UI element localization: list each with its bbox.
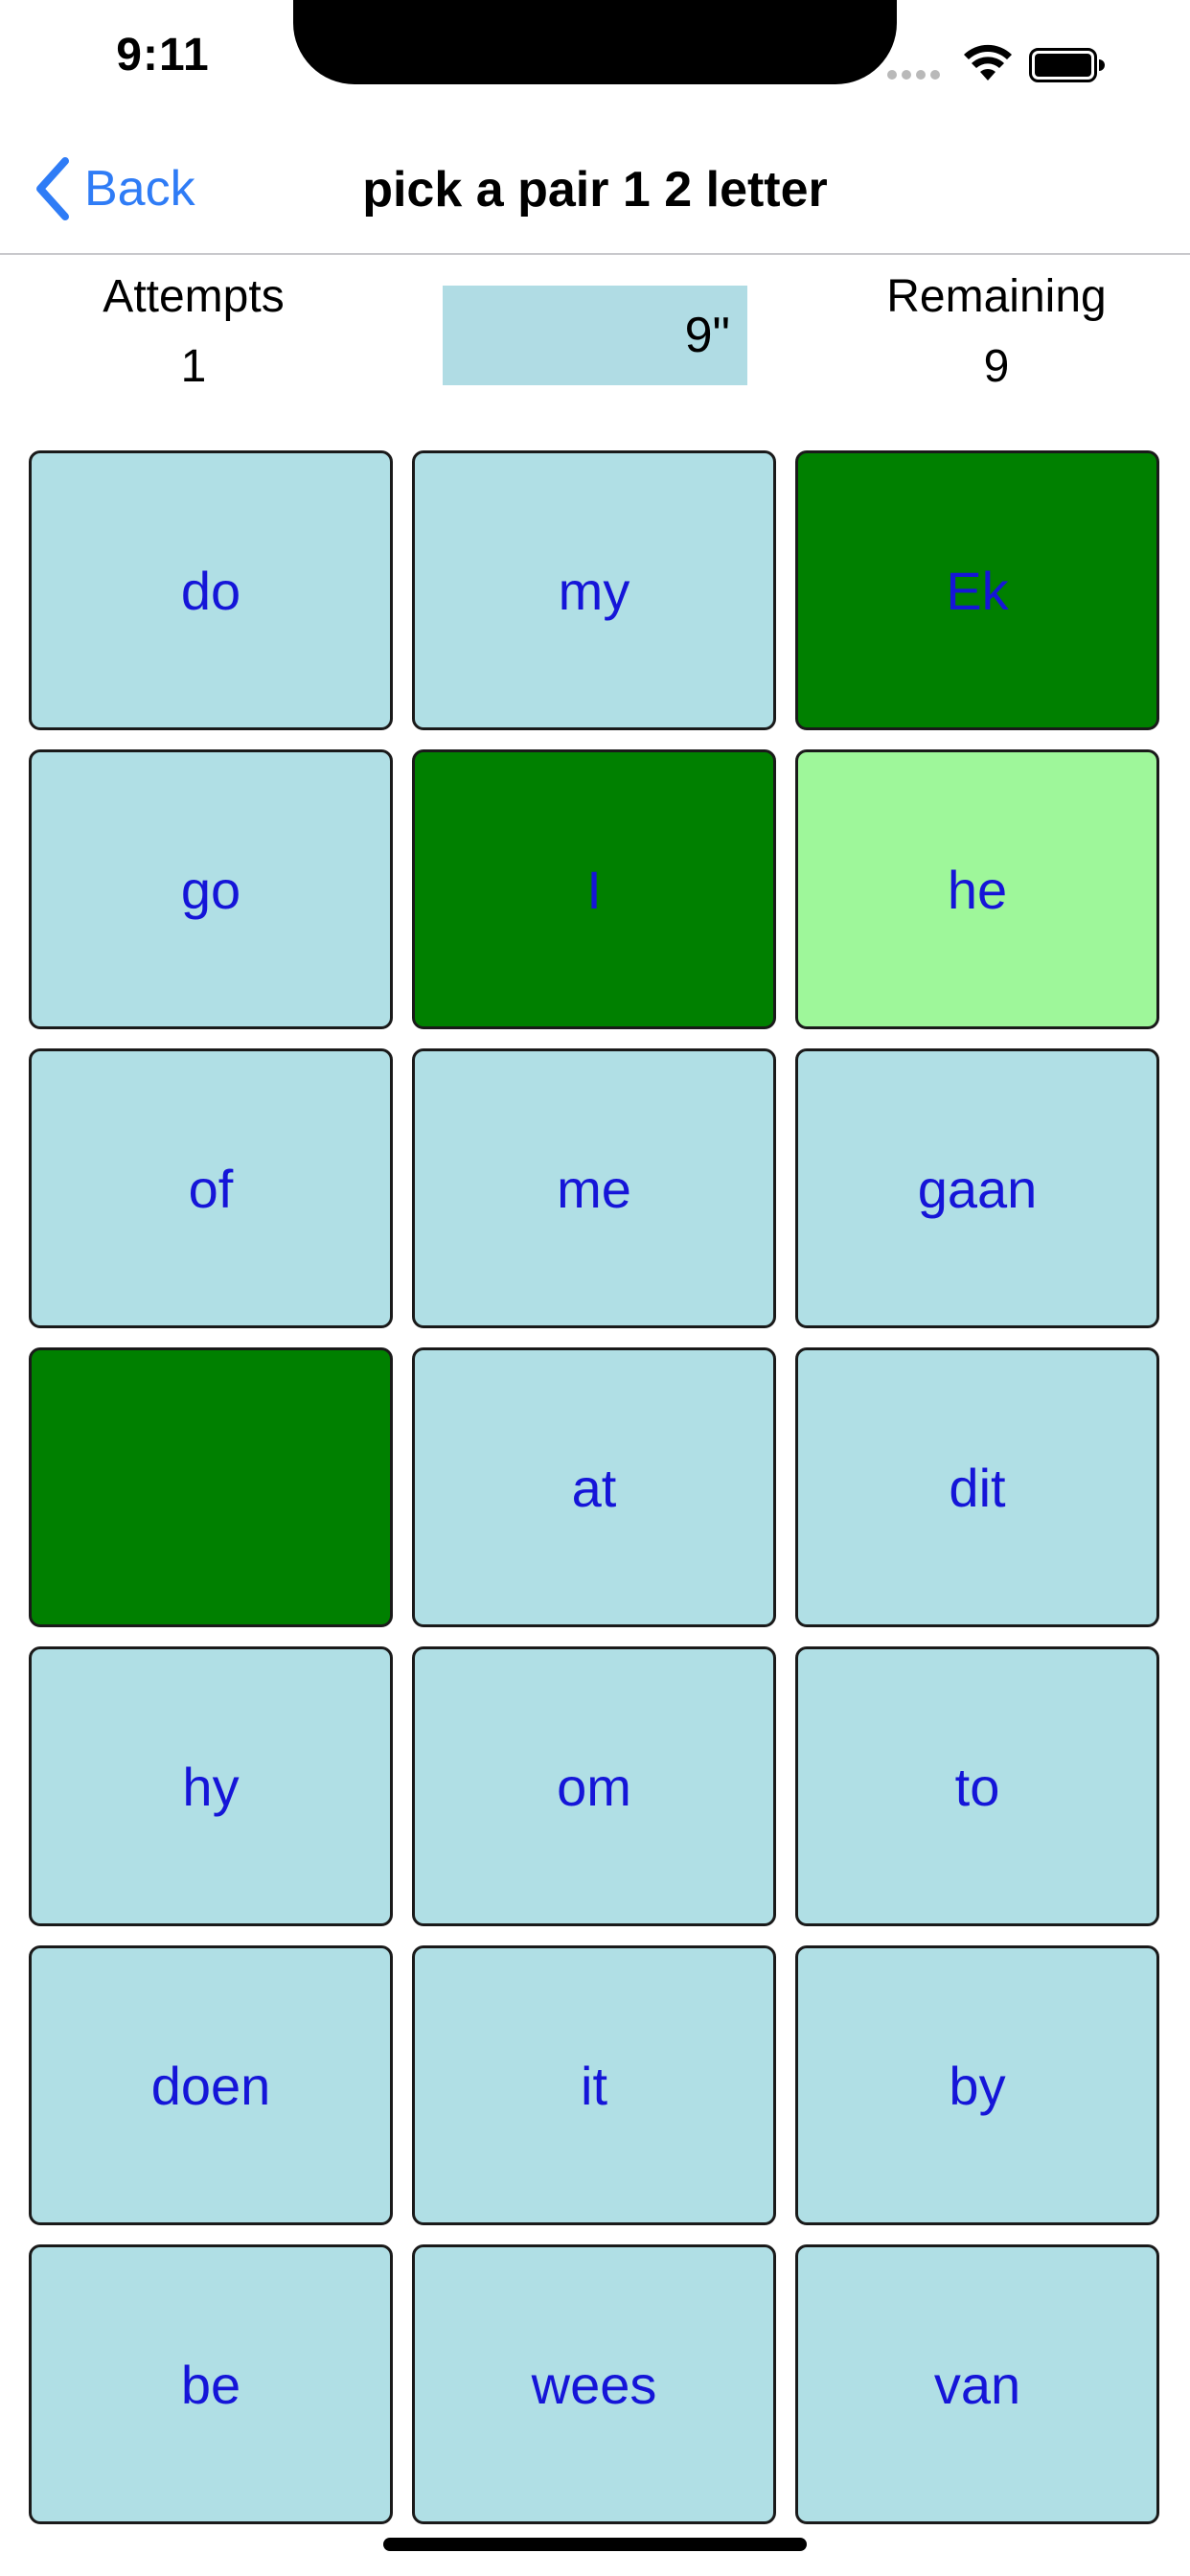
word-tile[interactable]: me	[412, 1048, 776, 1328]
timer-display: 9"	[443, 286, 747, 385]
attempts-label: Attempts	[103, 271, 285, 322]
navigation-bar: Back pick a pair 1 2 letter	[0, 134, 1190, 255]
word-tile[interactable]: I	[412, 749, 776, 1029]
word-tile[interactable]: Ek	[795, 450, 1159, 730]
word-tile[interactable]	[29, 1347, 393, 1627]
battery-icon	[1029, 48, 1105, 82]
word-tile[interactable]: dit	[795, 1347, 1159, 1627]
word-tile[interactable]: do	[29, 450, 393, 730]
word-tile[interactable]: om	[412, 1646, 776, 1926]
cellular-signal-icon	[887, 67, 945, 84]
word-tile-grid: do my Ek go I he of me gaan at dit hy om…	[29, 450, 1161, 2524]
word-tile[interactable]: of	[29, 1048, 393, 1328]
device-notch	[293, 0, 897, 84]
wifi-icon	[964, 44, 1012, 80]
word-tile[interactable]: he	[795, 749, 1159, 1029]
word-tile[interactable]: it	[412, 1945, 776, 2225]
status-time: 9:11	[116, 30, 210, 80]
word-tile[interactable]: my	[412, 450, 776, 730]
word-tile[interactable]: go	[29, 749, 393, 1029]
word-tile[interactable]: doen	[29, 1945, 393, 2225]
back-button[interactable]: Back	[33, 155, 195, 222]
remaining-counter: Remaining 9	[853, 270, 1140, 393]
chevron-left-icon	[36, 157, 69, 220]
attempts-value: 1	[180, 341, 207, 392]
word-tile[interactable]: by	[795, 1945, 1159, 2225]
attempts-counter: Attempts 1	[50, 270, 337, 393]
status-bar: 9:11	[0, 0, 1190, 134]
word-tile[interactable]: at	[412, 1347, 776, 1627]
word-tile[interactable]: wees	[412, 2244, 776, 2524]
remaining-label: Remaining	[886, 271, 1107, 322]
word-tile[interactable]: hy	[29, 1646, 393, 1926]
word-tile[interactable]: be	[29, 2244, 393, 2524]
remaining-value: 9	[983, 341, 1010, 392]
word-tile[interactable]: gaan	[795, 1048, 1159, 1328]
word-tile[interactable]: to	[795, 1646, 1159, 1926]
word-tile[interactable]: van	[795, 2244, 1159, 2524]
status-icons	[887, 44, 1156, 82]
home-indicator[interactable]	[383, 2538, 807, 2551]
page-title: pick a pair 1 2 letter	[362, 162, 828, 218]
back-button-label: Back	[84, 161, 195, 217]
